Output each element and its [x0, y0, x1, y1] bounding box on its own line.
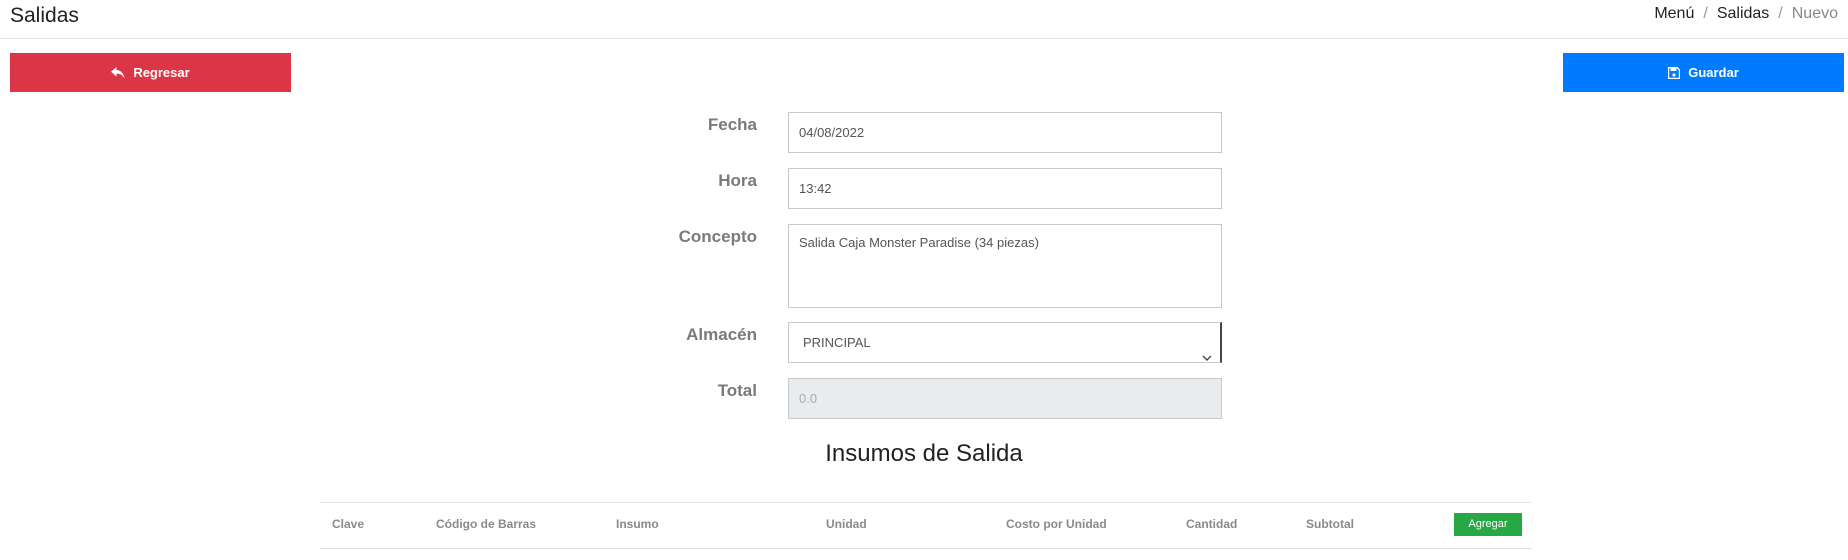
- save-button-label: Guardar: [1688, 65, 1739, 80]
- breadcrumb: Menú / Salidas / Nuevo: [1654, 5, 1838, 23]
- items-table: Clave Código de Barras Insumo Unidad Cos…: [320, 502, 1532, 549]
- column-header-unidad: Unidad: [826, 517, 867, 531]
- breadcrumb-separator: /: [1778, 5, 1783, 22]
- concepto-label: Concepto: [678, 227, 757, 246]
- add-item-button[interactable]: Agregar: [1454, 513, 1522, 536]
- almacen-selected-value: PRINCIPAL: [803, 335, 871, 350]
- chevron-down-icon: [1202, 338, 1212, 377]
- column-header-subtotal: Subtotal: [1306, 517, 1354, 531]
- total-label: Total: [717, 381, 757, 400]
- almacen-label: Almacén: [686, 325, 757, 344]
- column-header-costo-unidad: Costo por Unidad: [1006, 517, 1107, 531]
- almacen-select[interactable]: PRINCIPAL: [788, 322, 1222, 363]
- reply-icon: [111, 66, 125, 79]
- page-title: Salidas: [10, 4, 79, 27]
- breadcrumb-separator: /: [1703, 5, 1708, 22]
- back-button-label: Regresar: [133, 65, 190, 80]
- hora-label: Hora: [718, 171, 757, 190]
- hora-input[interactable]: 13:42: [788, 168, 1222, 209]
- fecha-input[interactable]: 04/08/2022: [788, 112, 1222, 153]
- save-button[interactable]: Guardar: [1563, 53, 1844, 92]
- save-icon: [1668, 66, 1681, 79]
- top-bar: Salidas Menú / Salidas / Nuevo: [0, 0, 1848, 39]
- back-button[interactable]: Regresar: [10, 53, 291, 92]
- section-title: Insumos de Salida: [825, 440, 1023, 467]
- column-header-codigo-barras: Código de Barras: [436, 517, 537, 531]
- column-header-clave: Clave: [332, 517, 365, 531]
- breadcrumb-current: Nuevo: [1791, 5, 1838, 22]
- breadcrumb-salidas[interactable]: Salidas: [1717, 5, 1769, 22]
- total-input: 0.0: [788, 378, 1222, 419]
- column-header-cantidad: Cantidad: [1186, 517, 1238, 531]
- breadcrumb-menu[interactable]: Menú: [1654, 5, 1694, 22]
- concepto-textarea[interactable]: Salida Caja Monster Paradise (34 piezas): [788, 224, 1222, 308]
- fecha-label: Fecha: [707, 115, 757, 134]
- column-header-insumo: Insumo: [616, 517, 659, 531]
